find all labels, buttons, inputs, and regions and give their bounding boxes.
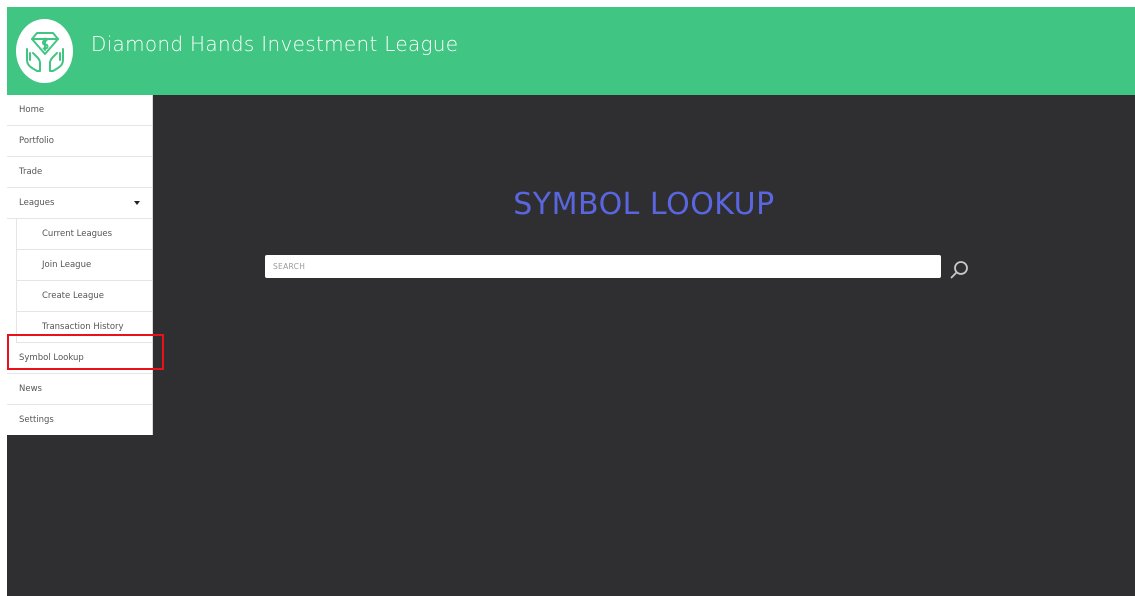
magnifier-icon	[950, 261, 968, 279]
sidebar-item-label: Join League	[42, 260, 92, 270]
sidebar-item-label: Symbol Lookup	[19, 353, 84, 363]
app-window: Diamond Hands Investment League Home Por…	[7, 7, 1135, 596]
sidebar-item-settings[interactable]: Settings	[7, 405, 152, 435]
sidebar-item-trade[interactable]: Trade	[7, 157, 152, 188]
sidebar-item-label: Portfolio	[19, 136, 54, 146]
sidebar-subitem-join-league[interactable]: Join League	[16, 250, 152, 281]
sidebar-item-label: Settings	[19, 415, 54, 425]
sidebar-item-label: Leagues	[19, 198, 55, 208]
money-hands-icon	[25, 32, 64, 72]
app-title: Diamond Hands Investment League	[91, 32, 459, 56]
sidebar-subitem-current-leagues[interactable]: Current Leagues	[16, 219, 152, 250]
sidebar-item-label: Trade	[19, 167, 43, 177]
sidebar-item-symbol-lookup[interactable]: Symbol Lookup	[7, 343, 152, 374]
app-header: Diamond Hands Investment League	[7, 7, 1135, 95]
sidebar-item-leagues[interactable]: Leagues	[7, 188, 152, 219]
sidebar-subitem-create-league[interactable]: Create League	[16, 281, 152, 312]
caret-down-icon[interactable]	[134, 201, 140, 205]
sidebar-item-news[interactable]: News	[7, 374, 152, 405]
sidebar-item-label: Current Leagues	[42, 229, 113, 239]
sidebar-item-home[interactable]: Home	[7, 95, 152, 126]
sidebar-item-label: Transaction History	[42, 322, 124, 332]
sidebar-item-label: News	[19, 384, 42, 394]
search-button[interactable]	[948, 259, 970, 281]
sidebar-item-portfolio[interactable]: Portfolio	[7, 126, 152, 157]
sidebar-item-label: Home	[19, 105, 45, 115]
sidebar-subitem-transaction-history[interactable]: Transaction History	[16, 312, 152, 343]
page-title: SYMBOL LOOKUP	[513, 187, 775, 222]
search-input[interactable]	[265, 255, 941, 278]
sidebar-item-label: Create League	[42, 291, 104, 301]
sidebar-nav: Home Portfolio Trade Leagues Current Lea…	[7, 95, 153, 435]
app-logo[interactable]	[16, 19, 73, 83]
